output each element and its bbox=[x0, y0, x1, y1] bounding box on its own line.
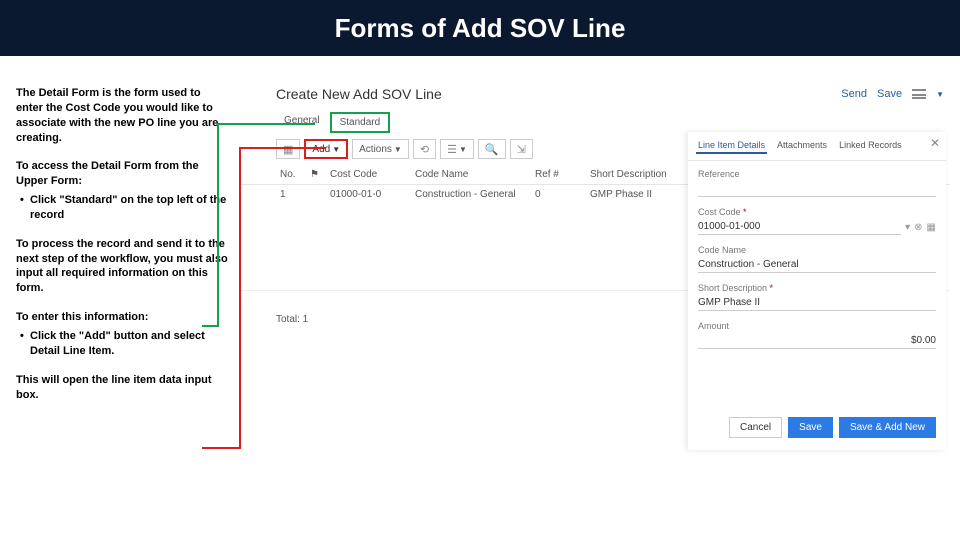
code-name-input[interactable] bbox=[698, 257, 936, 273]
cell-ref: 0 bbox=[531, 187, 586, 202]
menu-icon[interactable] bbox=[912, 89, 926, 99]
add-caret-icon: ▼ bbox=[332, 145, 340, 154]
cell-short-desc: GMP Phase II bbox=[586, 187, 686, 202]
find-caret-icon: ▼ bbox=[459, 145, 467, 154]
cell-cost-code: 01000-01-0 bbox=[326, 187, 411, 202]
col-cost-code: Cost Code bbox=[326, 167, 411, 182]
col-no: No. bbox=[276, 167, 306, 182]
instruction-column: The Detail Form is the form used to ente… bbox=[0, 86, 240, 416]
access-step-1: Click "Standard" on the top left of the … bbox=[16, 193, 228, 223]
col-code-name: Code Name bbox=[411, 167, 531, 182]
save-link[interactable]: Save bbox=[877, 88, 902, 100]
add-button[interactable]: Add▼ bbox=[304, 139, 348, 159]
picker-icon[interactable]: ▦ bbox=[927, 222, 936, 233]
process-text: To process the record and send it to the… bbox=[16, 237, 228, 296]
cell-flag bbox=[306, 187, 326, 202]
save-button[interactable]: Save bbox=[788, 417, 833, 438]
form-tabs: General Standard bbox=[240, 112, 950, 133]
panel-footer: Cancel Save Save & Add New bbox=[688, 407, 946, 450]
search-icon-button[interactable]: 🔍 bbox=[478, 139, 506, 159]
tab-standard[interactable]: Standard bbox=[330, 112, 391, 133]
actions-button[interactable]: Actions▼ bbox=[352, 139, 409, 159]
enter-step-1: Click the "Add" button and select Detail… bbox=[16, 329, 228, 359]
col-ref: Ref # bbox=[531, 167, 586, 182]
short-desc-label: Short Description bbox=[698, 283, 936, 293]
result-text: This will open the line item data input … bbox=[16, 373, 228, 403]
tab-linked-records[interactable]: Linked Records bbox=[837, 138, 904, 154]
amount-label: Amount bbox=[698, 321, 936, 331]
cell-no: 1 bbox=[276, 187, 306, 202]
slide-title-bar: Forms of Add SOV Line bbox=[0, 0, 960, 56]
field-reference: Reference bbox=[698, 169, 936, 197]
app-screenshot: Create New Add SOV Line Send Save ▼ Gene… bbox=[240, 86, 960, 416]
add-label: Add bbox=[312, 144, 330, 155]
search-icon: 🔍 bbox=[485, 143, 499, 156]
app-header-actions: Send Save ▼ bbox=[841, 88, 944, 100]
short-desc-input[interactable] bbox=[698, 295, 936, 311]
clear-icon[interactable]: ⊗ bbox=[914, 222, 922, 233]
panel-tabs: Line Item Details Attachments Linked Rec… bbox=[688, 132, 946, 161]
col-flag: ⚑ bbox=[306, 167, 326, 182]
grid-icon-button[interactable]: ▦ bbox=[276, 139, 300, 159]
nav-icon-button[interactable]: ⟲ bbox=[413, 139, 436, 159]
actions-label: Actions bbox=[359, 144, 392, 155]
line-item-panel: ✕ Line Item Details Attachments Linked R… bbox=[688, 132, 946, 450]
dropdown-icon[interactable]: ▾ bbox=[905, 222, 910, 233]
field-short-desc: Short Description bbox=[698, 283, 936, 311]
reference-label: Reference bbox=[698, 169, 936, 179]
field-amount: Amount $0.00 bbox=[698, 321, 936, 349]
actions-caret-icon: ▼ bbox=[394, 145, 402, 154]
find-icon-button[interactable]: ☰▼ bbox=[440, 139, 474, 159]
export-icon: ⇲ bbox=[517, 143, 526, 156]
nav-icon: ⟲ bbox=[420, 143, 429, 156]
cell-code-name: Construction - General bbox=[411, 187, 531, 202]
menu-caret-icon[interactable]: ▼ bbox=[936, 90, 944, 99]
tab-attachments[interactable]: Attachments bbox=[775, 138, 829, 154]
grid-icon: ▦ bbox=[283, 143, 293, 156]
reference-input[interactable] bbox=[698, 181, 936, 197]
field-code-name: Code Name bbox=[698, 245, 936, 273]
cost-code-label: Cost Code bbox=[698, 207, 936, 217]
code-name-label: Code Name bbox=[698, 245, 936, 255]
enter-heading: To enter this information: bbox=[16, 310, 228, 325]
export-icon-button[interactable]: ⇲ bbox=[510, 139, 533, 159]
slide-title: Forms of Add SOV Line bbox=[335, 13, 626, 44]
send-link[interactable]: Send bbox=[841, 88, 867, 100]
find-icon: ☰ bbox=[447, 143, 457, 156]
field-cost-code: Cost Code ▾ ⊗ ▦ bbox=[698, 207, 936, 235]
amount-value: $0.00 bbox=[698, 333, 936, 349]
close-icon[interactable]: ✕ bbox=[930, 136, 940, 150]
cancel-button[interactable]: Cancel bbox=[729, 417, 782, 438]
tab-general[interactable]: General bbox=[276, 112, 328, 133]
intro-text: The Detail Form is the form used to ente… bbox=[16, 86, 228, 145]
panel-body: Reference Cost Code ▾ ⊗ ▦ Code Name bbox=[688, 161, 946, 367]
tab-line-item-details[interactable]: Line Item Details bbox=[696, 138, 767, 154]
app-title: Create New Add SOV Line bbox=[276, 86, 442, 102]
content-row: The Detail Form is the form used to ente… bbox=[0, 56, 960, 416]
save-add-new-button[interactable]: Save & Add New bbox=[839, 417, 936, 438]
cost-code-input[interactable] bbox=[698, 219, 901, 235]
access-heading: To access the Detail Form from the Upper… bbox=[16, 159, 228, 189]
col-short-desc: Short Description bbox=[586, 167, 686, 182]
app-header: Create New Add SOV Line Send Save ▼ bbox=[240, 86, 950, 106]
